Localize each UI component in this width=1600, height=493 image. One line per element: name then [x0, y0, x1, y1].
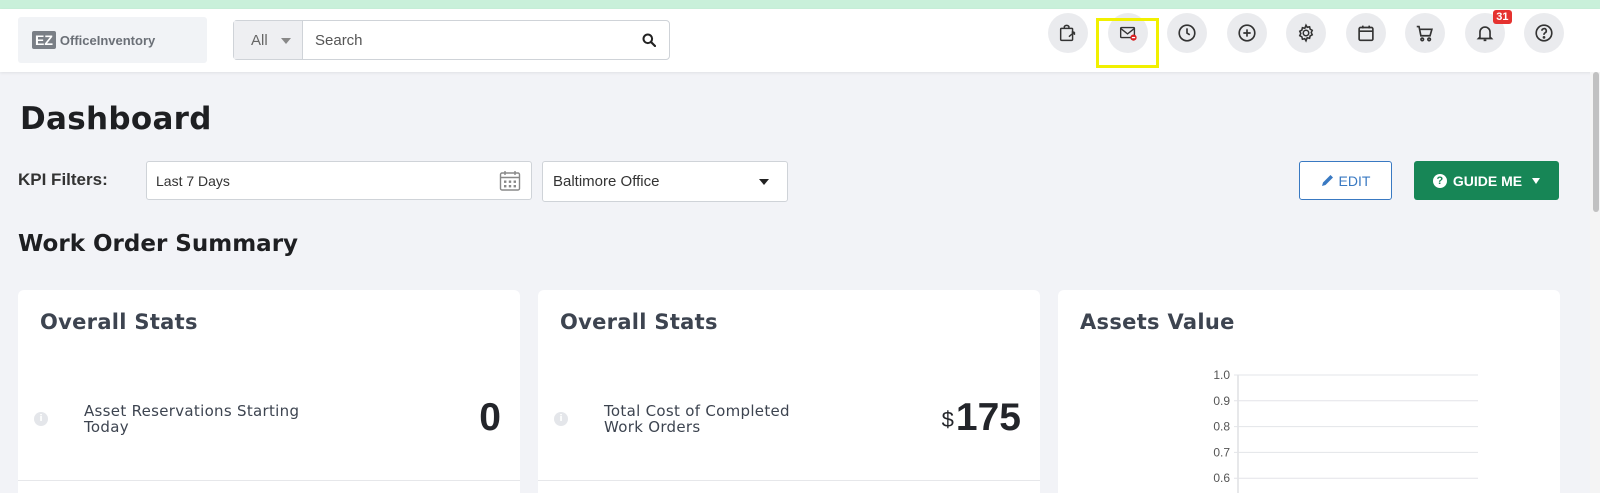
global-search: All	[233, 20, 670, 60]
gear-icon	[1298, 23, 1314, 43]
cart-button[interactable]	[1405, 13, 1445, 53]
kpi-filters-label: KPI Filters:	[18, 170, 108, 189]
currency-symbol: $	[941, 407, 954, 432]
help-button[interactable]	[1524, 13, 1564, 53]
page-title: Dashboard	[20, 101, 212, 137]
add-circle-icon	[1237, 24, 1256, 42]
y-tick-label: 0.9	[1213, 394, 1230, 408]
pencil-icon	[1321, 175, 1333, 186]
info-icon[interactable]: i	[554, 412, 568, 426]
date-range-field[interactable]: Last 7 Days	[146, 161, 532, 200]
calendar-picker-icon[interactable]	[499, 170, 521, 192]
history-button[interactable]	[1167, 13, 1207, 53]
question-circle-icon: ?	[1432, 173, 1447, 188]
highlight-box	[1096, 18, 1159, 68]
logo-text: OfficeInventory	[59, 32, 156, 48]
edit-button-label: EDIT	[1338, 172, 1371, 189]
scrollbar-thumb[interactable]	[1593, 72, 1599, 212]
y-tick-label: 0.7	[1213, 445, 1230, 459]
stat-label: Total Cost of Completed Work Orders	[604, 402, 790, 436]
chevron-down-icon	[1532, 177, 1541, 184]
help-icon	[1535, 24, 1553, 42]
card-title: Overall Stats	[560, 310, 718, 334]
notifications-button[interactable]: 31	[1464, 10, 1512, 53]
edit-button[interactable]: EDIT	[1299, 161, 1392, 200]
stat-value: $175	[942, 396, 1021, 440]
y-tick-label: 0.8	[1213, 420, 1230, 434]
top-accent-strip	[0, 0, 1600, 9]
stat-number: 0	[479, 396, 501, 439]
notification-count-badge: 31	[1493, 10, 1512, 24]
app-logo[interactable]: EZ OfficeInventory	[18, 17, 207, 63]
overall-stats-card-1: Overall Stats i Asset Reservations Start…	[18, 290, 520, 493]
overall-stats-card-2: Overall Stats i Total Cost of Completed …	[538, 290, 1040, 493]
chevron-down-icon	[759, 179, 769, 185]
section-title: Work Order Summary	[18, 231, 299, 257]
shopping-cart-icon	[1416, 25, 1433, 42]
checkout-cart-icon	[1059, 24, 1076, 42]
calendar-button[interactable]	[1345, 13, 1386, 53]
card-divider	[538, 480, 1040, 481]
checkout-button[interactable]	[1048, 13, 1088, 53]
chevron-down-icon	[281, 38, 291, 44]
logo-mark: EZ	[32, 31, 56, 49]
y-tick-label: 1.0	[1213, 368, 1230, 382]
date-range-value: Last 7 Days	[156, 172, 230, 189]
guide-me-button[interactable]: ? GUIDE ME	[1414, 161, 1559, 200]
search-scope-select[interactable]: All	[234, 21, 303, 59]
calendar-icon	[1357, 25, 1374, 42]
search-input[interactable]	[303, 21, 629, 59]
info-icon[interactable]: i	[34, 412, 48, 426]
add-button[interactable]	[1226, 13, 1267, 53]
settings-button[interactable]	[1286, 13, 1326, 53]
stat-label: Asset Reservations Starting Today	[84, 402, 300, 436]
location-value: Baltimore Office	[553, 173, 660, 190]
assets-value-chart: 1.0 0.9 0.8 0.7 0.6	[1213, 368, 1478, 493]
card-title: Overall Stats	[40, 310, 198, 334]
search-button[interactable]	[629, 21, 669, 59]
guide-me-label: GUIDE ME	[1452, 172, 1523, 189]
stat-value: 0	[479, 396, 501, 440]
bell-icon	[1476, 26, 1493, 42]
clock-icon	[1178, 24, 1196, 42]
card-title: Assets Value	[1080, 310, 1235, 334]
search-icon	[642, 33, 656, 47]
location-select[interactable]: Baltimore Office	[542, 161, 788, 202]
search-scope-value: All	[251, 31, 268, 49]
assets-value-card: Assets Value 1.0 0.9 0.8 0.7 0.6	[1058, 290, 1560, 493]
y-tick-label: 0.6	[1213, 471, 1230, 485]
stat-number: 175	[955, 396, 1021, 439]
card-divider	[18, 480, 520, 481]
